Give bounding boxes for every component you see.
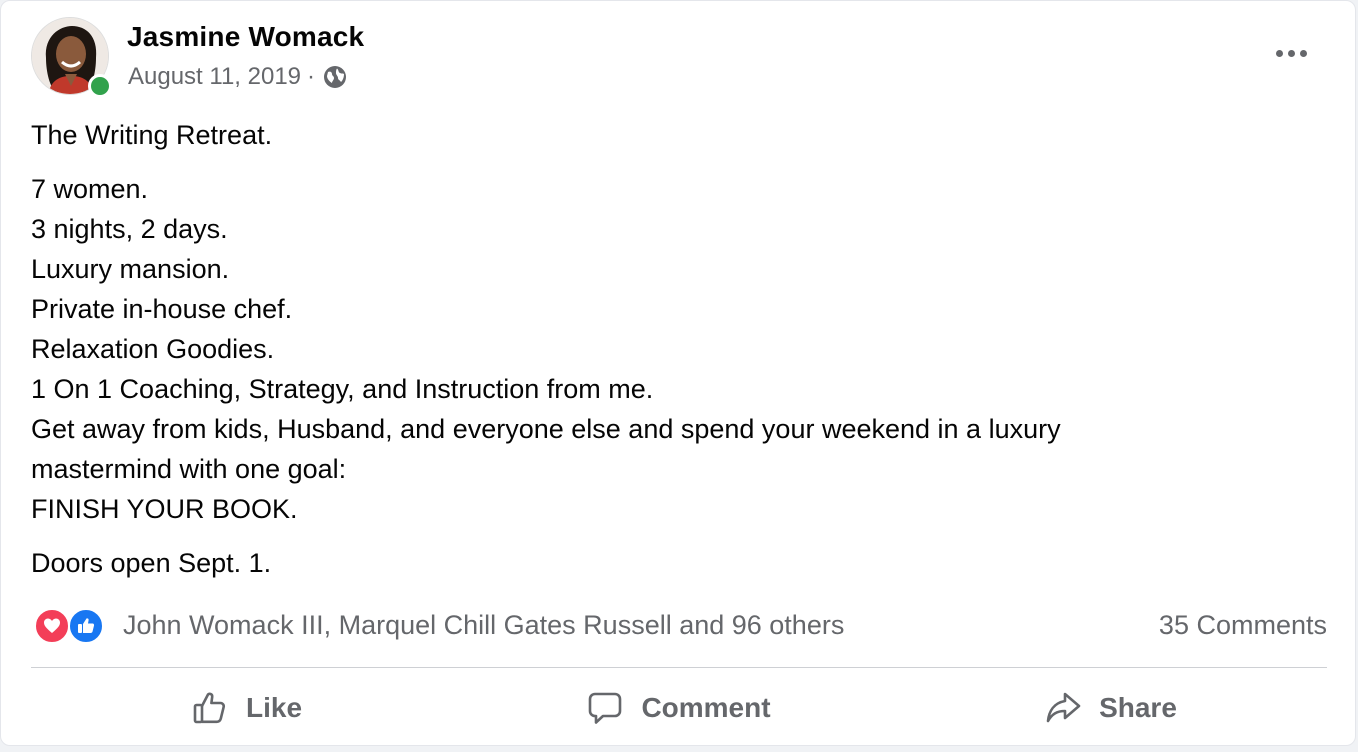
like-label: Like xyxy=(245,692,303,723)
post-line: Private in-house chef. xyxy=(31,294,293,324)
post-line: mastermind with one goal: xyxy=(31,454,347,484)
more-dot-icon xyxy=(1299,49,1307,57)
post-meta: August 11, 2019 · xyxy=(128,63,347,91)
meta-separator: · xyxy=(307,63,316,90)
comment-button[interactable]: Comment xyxy=(463,673,895,743)
thumbs-up-icon xyxy=(193,692,226,724)
author-name[interactable]: Jasmine Womack xyxy=(127,21,364,53)
post-line: Relaxation Goodies. xyxy=(31,334,275,364)
more-dot-icon xyxy=(1275,49,1283,57)
post-line: FINISH YOUR BOOK. xyxy=(31,494,298,524)
comments-count-link[interactable]: 35 Comments xyxy=(1159,610,1327,641)
post-paragraph: 7 women. 3 nights, 2 days. Luxury mansio… xyxy=(31,169,1311,529)
post-line: 1 On 1 Coaching, Strategy, and Instructi… xyxy=(31,374,654,404)
post-line: Get away from kids, Husband, and everyon… xyxy=(31,414,1061,444)
actions-divider xyxy=(31,667,1327,668)
post-closing-line: Doors open Sept. 1. xyxy=(31,548,272,578)
post-actions-bar: Like Comment Share xyxy=(31,673,1327,743)
more-options-button[interactable] xyxy=(1263,35,1319,71)
comment-label: Comment xyxy=(641,692,771,723)
post-paragraph: The Writing Retreat. xyxy=(31,115,1311,155)
globe-icon[interactable] xyxy=(323,65,347,89)
post-text: The Writing Retreat. 7 women. 3 nights, … xyxy=(31,115,1311,597)
reaction-names-link[interactable]: John Womack III, Marquel Chill Gates Rus… xyxy=(123,610,844,641)
online-status-dot xyxy=(88,74,112,98)
share-button[interactable]: Share xyxy=(895,673,1327,743)
love-reaction-icon xyxy=(34,608,70,644)
post-title-line: The Writing Retreat. xyxy=(31,120,273,150)
post-line: Luxury mansion. xyxy=(31,254,230,284)
reactions-summary: John Womack III, Marquel Chill Gates Rus… xyxy=(34,605,1327,647)
comment-icon xyxy=(589,692,622,724)
reaction-icons[interactable] xyxy=(34,608,110,644)
post-paragraph: Doors open Sept. 1. xyxy=(31,543,1311,583)
post-line: 7 women. xyxy=(31,174,149,204)
share-label: Share xyxy=(1099,692,1177,723)
like-reaction-icon xyxy=(68,608,104,644)
post-card: Jasmine Womack August 11, 2019 · The Wri… xyxy=(0,0,1356,746)
share-icon xyxy=(1046,692,1081,723)
post-line: 3 nights, 2 days. xyxy=(31,214,228,244)
like-button[interactable]: Like xyxy=(31,673,463,743)
author-avatar[interactable] xyxy=(31,17,112,98)
post-date[interactable]: August 11, 2019 xyxy=(128,63,301,91)
more-dot-icon xyxy=(1287,49,1295,57)
